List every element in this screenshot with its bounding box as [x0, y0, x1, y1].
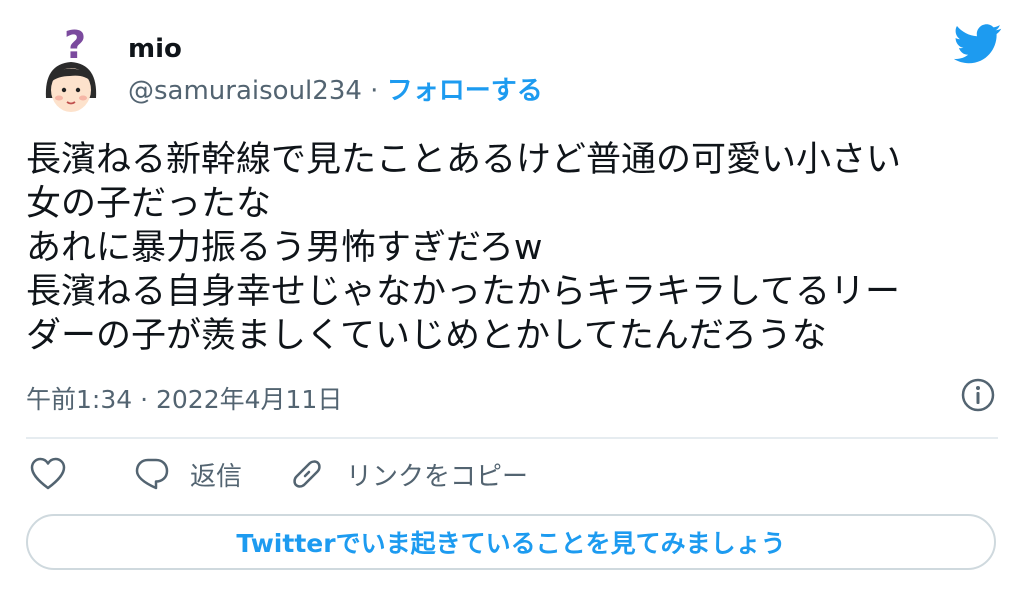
copy-link-button[interactable]: リンクをコピー [290, 456, 528, 493]
reply-button[interactable]: 返信 [134, 456, 242, 493]
tweet-text-line: 長濱ねる自身幸せじゃなかったからキラキラしてるリー [26, 272, 900, 312]
twitter-bird-icon[interactable] [953, 24, 1002, 64]
tweet-text-line: 女の子だったな [26, 184, 272, 224]
handle-separator: · [361, 76, 387, 106]
avatar[interactable]: ? [40, 20, 102, 116]
tweet-text-line: ダーの子が羨ましくていじめとかしてたんだろうな [26, 316, 827, 356]
explore-twitter-button[interactable]: Twitterでいま起きていることを見てみましょう [26, 514, 996, 570]
follow-button[interactable]: フォローする [387, 76, 543, 106]
author-handle[interactable]: @samuraisoul234 [128, 76, 362, 106]
svg-text:?: ? [64, 23, 86, 67]
author-name[interactable]: mio [128, 34, 182, 64]
link-icon [293, 460, 321, 488]
divider [26, 437, 998, 439]
tweet-text-line: 長濱ねる新幹線で見たことあるけど普通の可愛い小さい [26, 140, 902, 180]
copy-link-label: リンクをコピー [346, 461, 529, 492]
author-handle-row: @samuraisoul234 · フォローする [128, 70, 543, 107]
info-icon[interactable] [960, 377, 996, 413]
tweet-text: 長濱ねる新幹線で見たことあるけど普通の可愛い小さい 女の子だったな あれに暴力振… [26, 138, 1006, 358]
tweet-timestamp[interactable]: 午前1:34 · 2022年4月11日 [26, 380, 342, 416]
tweet-text-line: あれに暴力振るう男怖すぎだろw [26, 228, 543, 268]
tweet-actions: 返信 リンクをコピー [30, 452, 528, 496]
reply-bubble-icon [135, 458, 169, 490]
heart-icon [30, 457, 66, 490]
reply-label: 返信 [190, 461, 243, 492]
like-button[interactable] [30, 457, 66, 491]
